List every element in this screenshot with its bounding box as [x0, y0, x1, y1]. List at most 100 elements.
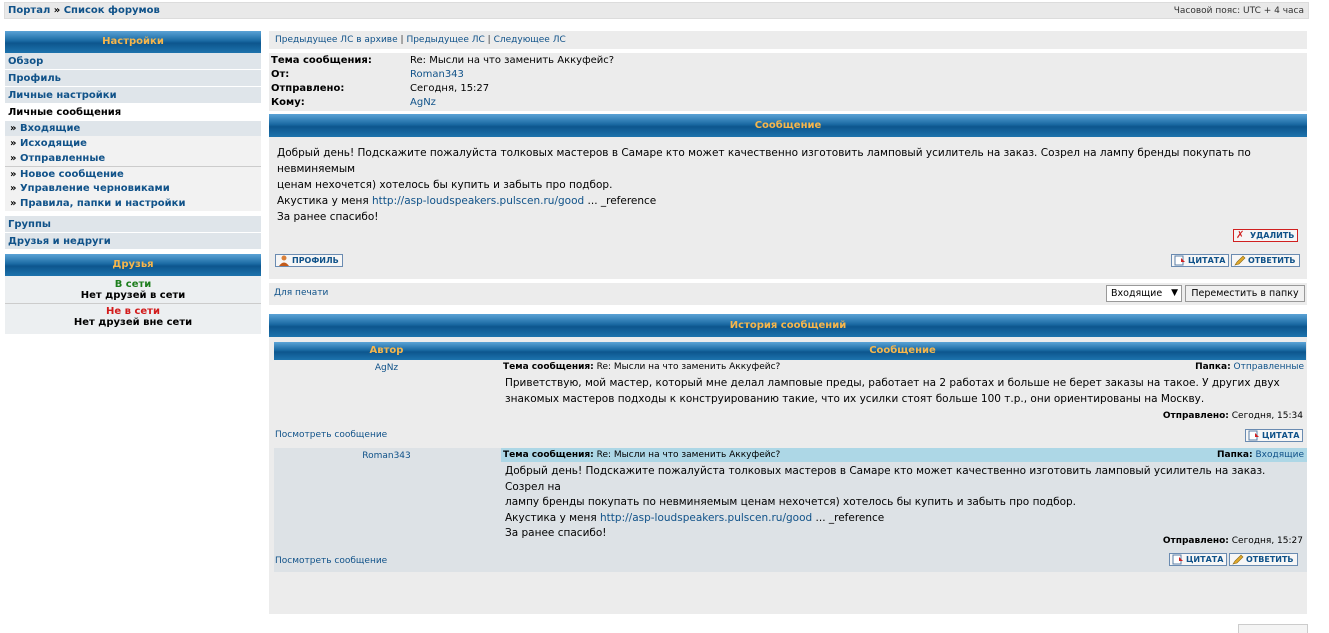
history-line: Добрый день! Подскажите пожалуйста толко… — [505, 465, 1266, 493]
user-icon — [278, 255, 290, 266]
history-entry: AgNz Тема сообщения: Re: Мысли на что за… — [274, 360, 1307, 446]
friends-offline-none: Нет друзей вне сети — [73, 317, 193, 328]
meta-to-row: Кому: AgNz — [271, 96, 1307, 110]
history-col-message: Сообщение — [869, 345, 936, 356]
history-author[interactable]: AgNz — [274, 363, 499, 373]
history-sent-label: Отправлено: — [1162, 411, 1229, 421]
prev-pm-link[interactable]: Предыдущее ЛС — [406, 35, 484, 45]
bullet: » — [10, 153, 17, 164]
prev-archive-link[interactable]: Предыдущее ЛС в архиве — [275, 35, 398, 45]
meta-subject-row: Тема сообщения: Re: Мысли на что заменить… — [271, 54, 1307, 68]
pencil-icon — [1234, 255, 1246, 266]
history-line: Акустика у меня http://asp-loudspeakers.… — [505, 511, 1301, 527]
history-subject: Тема сообщения: Re: Мысли на что заменит… — [501, 360, 1307, 374]
friends-panel: Друзья В сети Нет друзей в сети Не в сет… — [5, 254, 261, 334]
history-view-link[interactable]: Посмотреть сообщение — [275, 430, 387, 440]
delete-button[interactable]: ✗ УДАЛИТЬ — [1233, 229, 1299, 242]
history-link[interactable]: http://asp-loudspeakers.pulscen.ru/good — [600, 512, 812, 524]
sidebar-item-groups[interactable]: Группы — [5, 216, 261, 233]
history-subject-text: Re: Мысли на что заменить Аккуфейс? — [596, 450, 781, 460]
sidebar-nav: Обзор Профиль Личные настройки Личные со… — [5, 53, 261, 250]
sidebar-item-profile[interactable]: Профиль — [5, 70, 261, 87]
quote-icon — [1248, 430, 1260, 441]
history-sent-time: Сегодня, 15:27 — [1231, 536, 1303, 546]
quote-button[interactable]: ЦИТАТА — [1171, 254, 1230, 267]
history-text-part: Акустика у меня — [505, 511, 597, 524]
meta-sent: Сегодня, 15:27 — [410, 83, 490, 94]
nav-separator: | — [400, 35, 404, 45]
history-subject-label: Тема сообщения: — [503, 450, 594, 460]
history-folder: Папка: Входящие — [1217, 448, 1304, 462]
history-text-part: ... _reference — [815, 511, 885, 524]
history-folder: Папка: Отправленные — [1195, 360, 1304, 374]
history-subject-text: Re: Мысли на что заменить Аккуфейс? — [596, 362, 781, 372]
main-content: Предыдущее ЛС в архиве | Предыдущее ЛС |… — [269, 31, 1307, 614]
move-to-folder-button[interactable]: Переместить в папку — [1185, 285, 1305, 302]
message-line: За ранее спасибо! — [277, 211, 379, 223]
history-reply-button[interactable]: ОТВЕТИТЬ — [1229, 553, 1298, 566]
message-link[interactable]: http://asp-loudspeakers.pulscen.ru/good — [372, 195, 584, 207]
sidebar-subitem-drafts[interactable]: » Управление черновиками — [5, 181, 261, 196]
folder-select[interactable]: Входящие ▼ — [1106, 285, 1182, 302]
reply-button-label: ОТВЕТИТЬ — [1248, 256, 1296, 265]
reply-button[interactable]: ОТВЕТИТЬ — [1231, 254, 1300, 267]
history-sent: Отправлено: Сегодня, 15:27 — [1163, 536, 1303, 546]
sidebar-subitem-inbox[interactable]: » Входящие — [5, 121, 261, 136]
scroll-to-top-stub[interactable] — [1238, 624, 1308, 633]
next-pm-link[interactable]: Следующее ЛС — [494, 35, 566, 45]
history-author[interactable]: Roman343 — [274, 451, 499, 461]
meta-sent-label: Отправлено: — [271, 83, 345, 94]
history-quote-button[interactable]: ЦИТАТА — [1169, 553, 1228, 566]
meta-subject: Re: Мысли на что заменить Аккуфейс? — [410, 55, 615, 66]
profile-button[interactable]: ПРОФИЛЬ — [275, 254, 343, 267]
history-folder-link[interactable]: Входящие — [1255, 450, 1304, 460]
breadcrumb-portal[interactable]: Портал — [8, 5, 50, 16]
message-text: Акустика у меня — [277, 195, 369, 207]
sidebar-subitem-label: Входящие — [19, 123, 81, 134]
delete-button-label: УДАЛИТЬ — [1250, 231, 1295, 240]
message-text: ... _reference — [587, 195, 657, 207]
history-folder-label: Папка: — [1217, 450, 1253, 460]
history-sent-label: Отправлено: — [1162, 536, 1229, 546]
message-title: Сообщение — [269, 114, 1307, 137]
meta-from-label: От: — [271, 69, 290, 80]
sidebar-item-personal-settings[interactable]: Личные настройки — [5, 87, 261, 104]
meta-to-user[interactable]: AgNz — [410, 97, 436, 108]
sidebar-subitem-new-message[interactable]: » Новое сообщение — [5, 166, 261, 181]
top-bar: Портал » Список форумов Часовой пояс: UT… — [4, 2, 1309, 19]
message-box: Сообщение Добрый день! Подскажите пожалу… — [269, 114, 1307, 279]
meta-from-user[interactable]: Roman343 — [410, 69, 464, 80]
history-line: лампу бренды покупать по невминяемым цен… — [505, 496, 1077, 508]
friends-online-none: Нет друзей в сети — [80, 290, 186, 301]
sidebar-item-overview[interactable]: Обзор — [5, 53, 261, 70]
breadcrumb-forum-list[interactable]: Список форумов — [64, 5, 160, 16]
pencil-icon — [1232, 554, 1244, 565]
sidebar-item-private-messages[interactable]: Личные сообщения — [5, 104, 261, 121]
bullet: » — [10, 198, 17, 209]
bullet: » — [10, 138, 17, 149]
breadcrumb-separator: » — [53, 5, 61, 16]
print-link[interactable]: Для печати — [274, 288, 328, 298]
bullet: » — [10, 123, 17, 134]
profile-button-label: ПРОФИЛЬ — [292, 256, 339, 265]
bullet: » — [10, 169, 17, 180]
friends-title: Друзья — [5, 254, 261, 276]
history-title: История сообщений — [269, 314, 1307, 337]
friends-offline-label: Не в сети — [106, 306, 160, 317]
message-line: Акустика у меня http://asp-loudspeakers.… — [277, 193, 1299, 209]
history-quote-button[interactable]: ЦИТАТА — [1245, 429, 1304, 442]
history-sent: Отправлено: Сегодня, 15:34 — [1163, 411, 1303, 421]
friends-online-label: В сети — [114, 279, 152, 290]
sidebar-item-friends-foes[interactable]: Друзья и недруги — [5, 233, 261, 250]
history-folder-link[interactable]: Отправленные — [1234, 362, 1304, 372]
quote-button-label: ЦИТАТА — [1188, 256, 1226, 265]
sidebar-subitem-sent[interactable]: » Отправленные — [5, 151, 261, 166]
timezone-label: Часовой пояс: UTC + 4 часа — [1173, 6, 1304, 16]
history-view-link[interactable]: Посмотреть сообщение — [275, 556, 387, 566]
sidebar-subitem-rules[interactable]: » Правила, папки и настройки — [5, 196, 261, 211]
sidebar-subitem-outbox[interactable]: » Исходящие — [5, 136, 261, 151]
bullet: » — [10, 183, 17, 194]
sidebar-subitem-label: Правила, папки и настройки — [19, 198, 186, 209]
history-sent-time: Сегодня, 15:34 — [1231, 411, 1303, 421]
folder-select-value: Входящие — [1111, 288, 1163, 299]
